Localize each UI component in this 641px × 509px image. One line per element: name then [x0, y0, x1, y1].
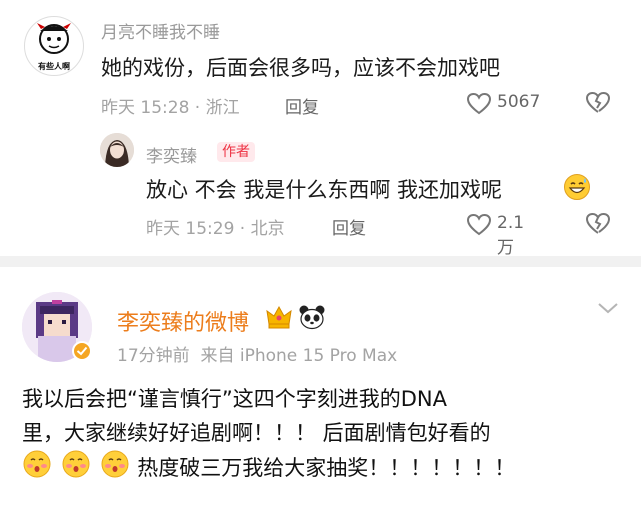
weibo-text-line3-row: 热度破三万我给大家抽奖！！！！！！！: [22, 450, 516, 485]
panda-icon: [298, 304, 326, 334]
heart-icon: [466, 92, 492, 115]
broken-heart-icon: [585, 91, 611, 113]
comment1-reply-button[interactable]: 回复: [285, 93, 319, 118]
reply1-time: 昨天 15:29 · 北京: [146, 219, 285, 239]
section-divider: [0, 256, 641, 267]
verified-badge-icon: [72, 341, 92, 365]
reply1-username[interactable]: 李奕臻: [146, 142, 197, 167]
crown-icon: [265, 304, 293, 334]
weibo-time-source: 17分钟前 来自 iPhone 15 Pro Max: [117, 346, 398, 366]
shy-face-emoji-icon: [100, 450, 129, 478]
post-menu-chevron-down-icon[interactable]: [596, 300, 620, 320]
person-photo-icon: [100, 133, 134, 167]
broken-heart-icon: [585, 212, 611, 234]
shy-face-emoji-icon: [61, 450, 90, 478]
reply1-text: 放心 不会 我是什么东西啊 我还加戏呢: [146, 178, 503, 202]
comment1-text: 她的戏份，后面会很多吗，应该不会加戏吧: [101, 56, 500, 80]
author-badge: 作者: [217, 142, 255, 162]
weibo-text-line3: 热度破三万我给大家抽奖！！！！！！！: [137, 456, 516, 480]
reply1-avatar[interactable]: [100, 133, 134, 167]
grin-sweat-emoji-icon: [563, 173, 591, 205]
reply1-reply-button[interactable]: 回复: [332, 214, 366, 239]
comment1-time: 昨天 15:28 · 浙江: [101, 98, 240, 118]
weibo-text-line2: 里，大家继续好好追剧啊！！！ 后面剧情包好看的: [22, 421, 491, 445]
weibo-username[interactable]: 李奕臻的微博: [117, 305, 249, 337]
comment1-like-count: 5067: [497, 92, 541, 112]
shy-face-emoji-icon: [22, 450, 51, 478]
comment1-username[interactable]: 月亮不睡我不睡: [101, 18, 220, 43]
comment1-dislike-button[interactable]: [585, 91, 611, 119]
reply1-dislike-button[interactable]: [585, 212, 611, 240]
avatar-caption: 有些人啊: [38, 62, 70, 71]
reply1-like-count: 2.1万: [497, 213, 525, 258]
heart-icon: [466, 213, 492, 236]
weibo-text-line1: 我以后会把“谨言慎行”这四个字刻进我的DNA: [22, 387, 448, 411]
